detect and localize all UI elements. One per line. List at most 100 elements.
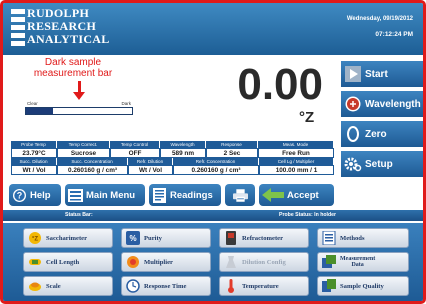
dilution-icon — [224, 255, 238, 269]
svg-text:?: ? — [17, 190, 23, 200]
purity-label: Purity — [144, 234, 162, 242]
reading-unit: °Z — [299, 109, 315, 126]
wavelength-button[interactable]: Wavelength — [341, 91, 423, 117]
refractometer-icon — [224, 231, 238, 245]
app-window: RUDOLPH RESEARCH ANALYTICAL Wednesday, 0… — [0, 0, 426, 304]
zero-button[interactable]: Zero — [341, 121, 423, 147]
status-bar: Status Bar: Probe Status: In holder — [3, 210, 423, 221]
date-text: Wednesday, 09/19/2012 — [346, 16, 413, 22]
company-logo: RUDOLPH RESEARCH ANALYTICAL — [11, 7, 131, 51]
info-header: Succ. Concentration — [57, 158, 128, 165]
zero-label: Zero — [365, 128, 387, 140]
scale-label: Scale — [46, 282, 61, 290]
dilution-config-button[interactable]: Dilution Config — [219, 252, 309, 272]
cell-length-icon — [28, 255, 42, 269]
measurement-data-label: Measurement Data — [340, 256, 375, 269]
sample-quality-label: Sample Quality — [340, 282, 384, 290]
info-value: Free Run — [258, 148, 334, 158]
info-value: Sucrose — [57, 148, 110, 158]
print-button[interactable] — [225, 184, 255, 206]
response-time-label: Response Time — [144, 282, 187, 290]
methods-button[interactable]: Methods — [317, 228, 409, 248]
saccharimeter-button[interactable]: °Z Saccharimeter — [23, 228, 113, 248]
cell-length-label: Cell Length — [46, 258, 80, 266]
purity-button[interactable]: % Purity — [121, 228, 211, 248]
help-label: Help — [30, 189, 51, 201]
cell-length-button[interactable]: Cell Length — [23, 252, 113, 272]
info-header: Meas. Mode — [258, 141, 334, 148]
info-row-1-values: 23.79°C Sucrose OFF 589 nm 2 Sec Free Ru… — [11, 148, 334, 158]
accept-arrow-icon — [262, 188, 284, 203]
thermometer-icon — [224, 279, 238, 293]
time-text: 07:12:24 PM — [375, 31, 413, 38]
sugar-icon: °Z — [28, 231, 42, 245]
info-value: 100.00 mm / 1 — [259, 165, 334, 175]
info-value: Wt / Vol — [11, 165, 57, 175]
printer-icon — [232, 188, 248, 203]
setup-button[interactable]: Setup — [341, 151, 423, 177]
header-bar: RUDOLPH RESEARCH ANALYTICAL Wednesday, 0… — [3, 3, 423, 55]
function-grid: °Z Saccharimeter % Purity Refractometer … — [3, 223, 423, 301]
sample-quality-button[interactable]: Sample Quality — [317, 276, 409, 296]
gear-icon — [341, 151, 365, 177]
methods-icon — [322, 231, 336, 245]
info-value: 0.260160 g / cm³ — [57, 165, 128, 175]
readings-label: Readings — [170, 189, 213, 201]
multiplier-button[interactable]: Multiplier — [121, 252, 211, 272]
info-header: Probe Temp — [11, 141, 57, 148]
response-time-button[interactable]: Response Time — [121, 276, 211, 296]
scale-button[interactable]: Scale — [23, 276, 113, 296]
dilution-config-label: Dilution Config — [242, 258, 286, 266]
annotation-line-2: measurement bar — [33, 68, 113, 79]
info-row-2-headers: Succ. Dilution Succ. Concentration Refr.… — [11, 158, 334, 165]
status-message: Probe Status: In holder — [279, 212, 337, 218]
multiplier-icon — [126, 255, 140, 269]
info-header: Temp Control — [110, 141, 160, 148]
zero-icon — [341, 121, 365, 147]
wavelength-icon — [341, 91, 365, 117]
bottom-toolbar: ? Help Main Menu Readings Accept — [9, 184, 334, 206]
multiplier-label: Multiplier — [144, 258, 173, 266]
saccharimeter-label: Saccharimeter — [46, 234, 88, 242]
dark-sample-bar — [25, 107, 133, 115]
readings-button[interactable]: Readings — [149, 184, 221, 206]
percent-icon: % — [126, 231, 140, 245]
logo-mark-icon — [11, 9, 25, 47]
refractometer-label: Refractometer — [242, 234, 283, 242]
scale-icon — [28, 279, 42, 293]
temperature-button[interactable]: Temperature — [219, 276, 309, 296]
main-menu-label: Main Menu — [86, 189, 136, 201]
start-label: Start — [365, 68, 388, 80]
info-header: Refr. Dilution — [128, 158, 173, 165]
bar-label-clear: Clear — [27, 101, 38, 106]
annotation-arrowhead-icon — [73, 92, 85, 100]
measurement-data-button[interactable]: Measurement Data — [317, 252, 409, 272]
datetime: Wednesday, 09/19/2012 07:12:24 PM — [347, 12, 413, 42]
info-value: 23.79°C — [11, 148, 57, 158]
info-value: 0.260160 g / cm³ — [173, 165, 259, 175]
info-table: Probe Temp Temp Correct. Temp Control Wa… — [11, 141, 334, 175]
refractometer-button[interactable]: Refractometer — [219, 228, 309, 248]
setup-label: Setup — [365, 158, 393, 170]
dark-sample-bar-fill — [26, 108, 53, 114]
info-row-1-headers: Probe Temp Temp Correct. Temp Control Wa… — [11, 141, 334, 148]
methods-label: Methods — [340, 234, 365, 242]
reading-value: 0.00 — [237, 60, 323, 109]
main-menu-button[interactable]: Main Menu — [65, 184, 145, 206]
info-header: Succ. Dilution — [11, 158, 57, 165]
svg-text:°Z: °Z — [32, 237, 38, 243]
annotation-label: Dark sample measurement bar — [23, 57, 123, 79]
accept-button[interactable]: Accept — [259, 184, 334, 206]
info-row-2-values: Wt / Vol 0.260160 g / cm³ Wt / Vol 0.260… — [11, 165, 334, 175]
start-button[interactable]: Start — [341, 61, 423, 87]
info-header: Temp Correct. — [57, 141, 110, 148]
temperature-label: Temperature — [242, 282, 279, 290]
sample-quality-icon — [322, 279, 336, 293]
info-value: OFF — [110, 148, 160, 158]
status-bar-label: Status Bar: — [65, 212, 93, 218]
measurement-data-icon — [322, 255, 336, 269]
info-header: Refr. Concentration — [173, 158, 259, 165]
help-button[interactable]: ? Help — [9, 184, 61, 206]
help-icon: ? — [12, 188, 27, 203]
info-value: Wt / Vol — [128, 165, 173, 175]
